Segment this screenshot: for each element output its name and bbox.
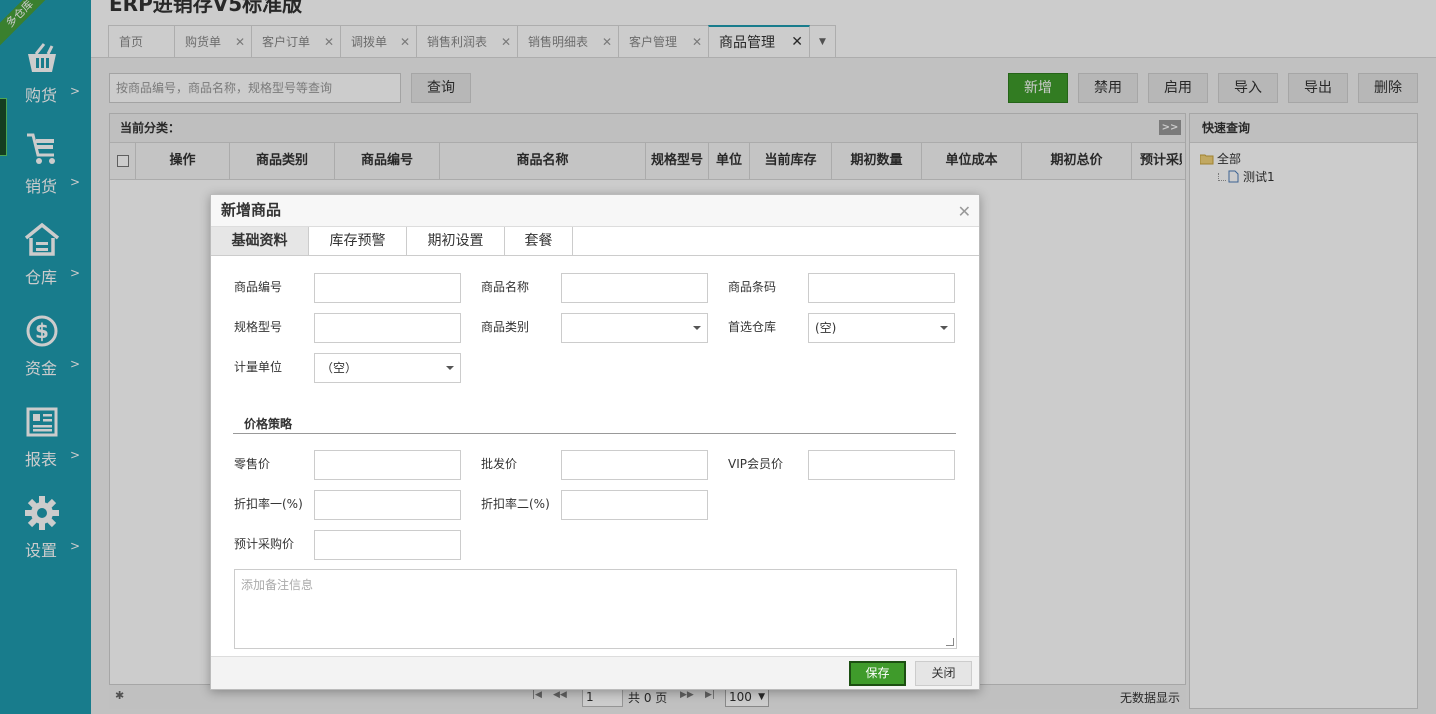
product-name-input[interactable]	[561, 273, 708, 303]
category-label: 商品类别	[481, 320, 530, 334]
discount2-input[interactable]	[561, 490, 708, 520]
dialog-footer: 保存 关闭	[211, 656, 979, 689]
resize-handle-icon[interactable]	[946, 638, 954, 646]
remark-placeholder: 添加备注信息	[241, 578, 314, 592]
product-code-label: 商品编号	[234, 280, 283, 294]
retail-price-input[interactable]	[314, 450, 461, 480]
vip-price-input[interactable]	[808, 450, 955, 480]
tab-initial-setup[interactable]: 期初设置	[407, 227, 505, 255]
category-select[interactable]	[561, 313, 708, 343]
wholesale-price-input[interactable]	[561, 450, 708, 480]
discount1-label: 折扣率一(%)	[234, 497, 303, 511]
retail-price-label: 零售价	[234, 457, 271, 471]
price-strategy-heading: 价格策略	[244, 417, 293, 431]
spec-input[interactable]	[314, 313, 461, 343]
tab-stock-warning[interactable]: 库存预警	[309, 227, 407, 255]
section-divider	[233, 433, 956, 434]
product-name-label: 商品名称	[481, 280, 530, 294]
spec-label: 规格型号	[234, 320, 283, 334]
vip-price-label: VIP会员价	[728, 457, 783, 471]
wholesale-price-label: 批发价	[481, 457, 518, 471]
dialog-tabs: 基础资料 库存预警 期初设置 套餐	[211, 227, 979, 256]
unit-select[interactable]: （空）	[314, 353, 461, 383]
tab-basic-info[interactable]: 基础资料	[211, 227, 309, 255]
discount2-label: 折扣率二(%)	[481, 497, 550, 511]
warehouse-select[interactable]: (空)	[808, 313, 955, 343]
remark-textarea[interactable]: 添加备注信息	[234, 569, 957, 649]
tab-package[interactable]: 套餐	[505, 227, 573, 255]
product-code-input[interactable]	[314, 273, 461, 303]
barcode-input[interactable]	[808, 273, 955, 303]
save-button[interactable]: 保存	[849, 661, 906, 686]
close-button[interactable]: 关闭	[915, 661, 972, 686]
unit-label: 计量单位	[234, 360, 283, 374]
purchase-price-input[interactable]	[314, 530, 461, 560]
add-product-dialog: 新增商品 ✕ 基础资料 库存预警 期初设置 套餐 商品编号 商品名称 商品条码 …	[210, 194, 980, 690]
warehouse-label: 首选仓库	[728, 320, 777, 334]
barcode-label: 商品条码	[728, 280, 777, 294]
dialog-title: 新增商品	[211, 195, 979, 227]
discount1-input[interactable]	[314, 490, 461, 520]
purchase-price-label: 预计采购价	[234, 537, 295, 551]
close-icon[interactable]: ✕	[958, 202, 971, 221]
